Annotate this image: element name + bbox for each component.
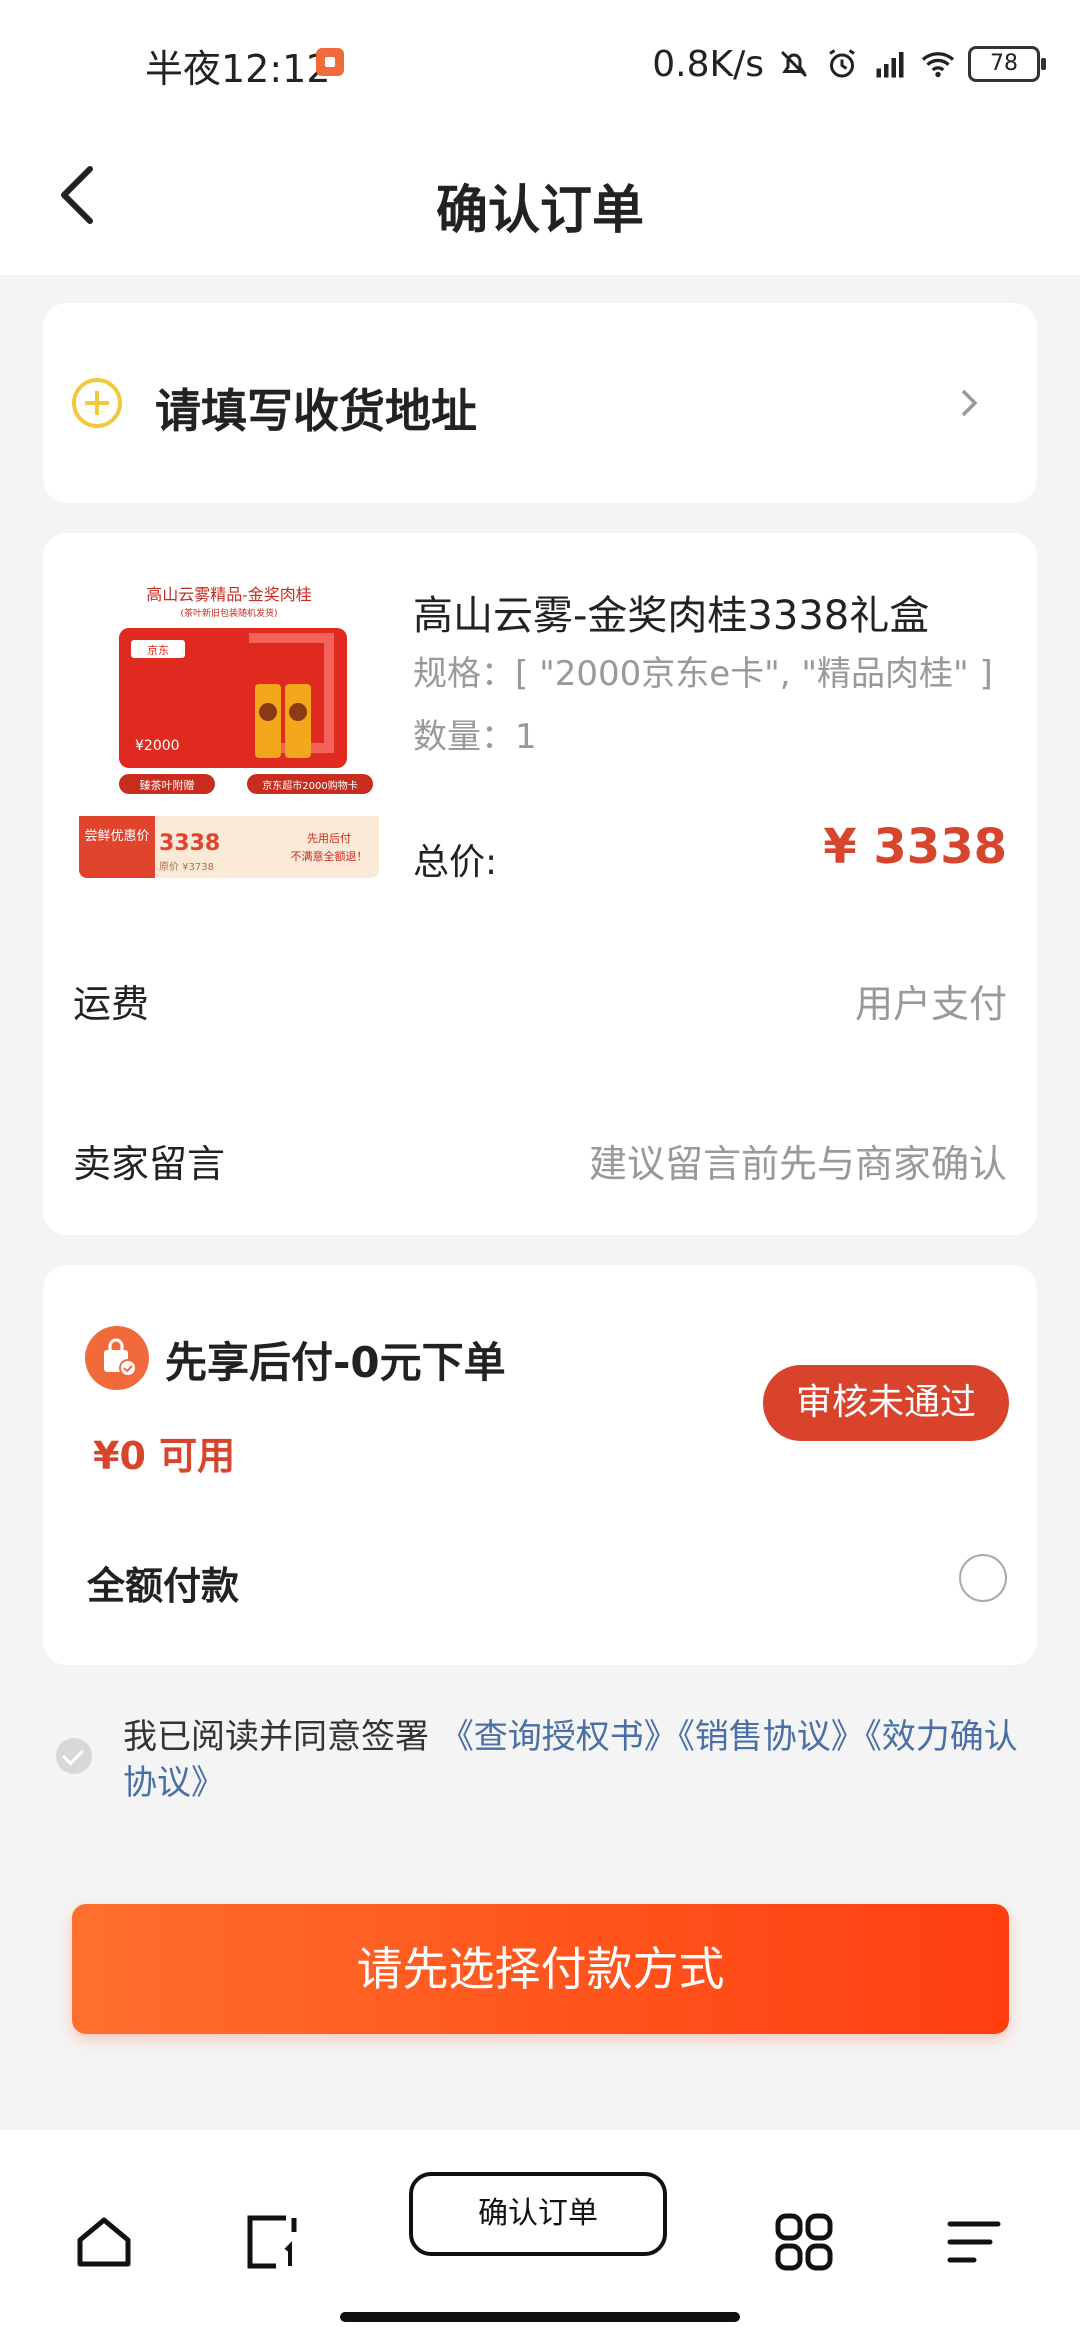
image-headline: 高山云雾精品-金奖肉桂 xyxy=(146,585,311,604)
seller-message-label: 卖家留言 xyxy=(73,1142,226,1186)
plus-circle-icon xyxy=(72,378,122,428)
status-time: 半夜12:12 xyxy=(145,47,331,91)
image-promo-right-1: 先用后付 xyxy=(307,832,351,845)
shipping-label: 运费 xyxy=(73,982,150,1026)
menu-icon[interactable] xyxy=(942,2210,1006,2274)
battery-icon: 78 xyxy=(968,46,1046,82)
recording-icon xyxy=(316,48,344,76)
sales-agreement-link[interactable]: 《销售协议》 xyxy=(678,1717,865,1757)
status-indicators: 0.8K/s 78 xyxy=(652,36,1046,92)
chevron-right-icon xyxy=(961,389,978,417)
image-card-value: ¥2000 xyxy=(135,738,180,754)
product-spec: 规格：[ "2000京东e卡", "精品肉桂" ] xyxy=(413,654,993,694)
product-title: 高山云雾-金奖肉桂3338礼盒 xyxy=(413,593,930,639)
image-promo-label: 尝鲜优惠价 xyxy=(84,829,149,844)
image-brand: 京东 xyxy=(147,643,169,657)
home-indicator[interactable] xyxy=(340,2312,740,2322)
product-image-art: 高山云雾精品-金奖肉桂 (茶叶新旧包装随机发货) 京东 ¥2000 臻茶叶附赠 … xyxy=(79,578,379,878)
total-price-value: ¥ 3338 xyxy=(823,819,1007,875)
top-nav-bar: 确认订单 xyxy=(0,130,1080,275)
agreement-text: 我已阅读并同意签署 《查询授权书》《销售协议》《效力确认协议》 xyxy=(123,1714,1038,1806)
image-promo-right-2: 不满意全额退！ xyxy=(291,849,368,863)
total-price-label: 总价: xyxy=(413,842,498,883)
pay-later-option-title: 先享后付-0元下单 xyxy=(165,1338,506,1387)
grid-icon[interactable] xyxy=(772,2210,836,2274)
full-payment-radio[interactable] xyxy=(959,1554,1007,1602)
tab-icon[interactable] xyxy=(240,2210,304,2274)
full-payment-label: 全额付款 xyxy=(87,1564,240,1608)
review-status-badge: 审核未通过 xyxy=(763,1365,1009,1441)
bell-muted-icon xyxy=(780,50,808,78)
current-page-pill[interactable]: 确认订单 xyxy=(409,2172,667,2256)
image-subline: (茶叶新旧包装随机发货) xyxy=(180,607,277,619)
alarm-icon xyxy=(829,49,855,78)
image-promo-price: 3338 xyxy=(159,831,220,856)
payment-card: 先享后付-0元下单 ¥0 可用 审核未通过 全额付款 xyxy=(43,1265,1037,1665)
network-speed: 0.8K/s xyxy=(652,43,764,85)
image-original-price: 原价 ¥3738 xyxy=(159,861,214,873)
page-title: 确认订单 xyxy=(435,181,644,241)
address-prompt: 请填写收货地址 xyxy=(155,384,477,438)
shipping-value: 用户支付 xyxy=(854,982,1007,1026)
wifi-icon xyxy=(921,52,955,78)
shopping-bag-icon xyxy=(85,1326,149,1390)
product-quantity: 数量：1 xyxy=(413,717,537,757)
bottom-nav-bar: 确认订单 xyxy=(0,2130,1080,2340)
select-payment-button[interactable]: 请先选择付款方式 xyxy=(72,1904,1009,2034)
home-icon[interactable] xyxy=(72,2210,136,2274)
product-card: 高山云雾精品-金奖肉桂 (茶叶新旧包装随机发货) 京东 ¥2000 臻茶叶附赠 … xyxy=(43,533,1037,1235)
image-tag-right: 京东超市2000购物卡 xyxy=(262,779,357,792)
agreement-checkbox[interactable] xyxy=(56,1738,92,1774)
status-bar: 半夜12:12 0.8K/s 78 xyxy=(0,0,1080,130)
seller-message-input[interactable]: 建议留言前先与商家确认 xyxy=(589,1133,1007,1188)
agreement-prefix: 我已阅读并同意签署 xyxy=(123,1717,440,1757)
signal-icon xyxy=(876,52,904,78)
product-image[interactable]: 高山云雾精品-金奖肉桂 (茶叶新旧包装随机发货) 京东 ¥2000 臻茶叶附赠 … xyxy=(79,578,379,878)
query-authorization-link[interactable]: 《查询授权书》 xyxy=(440,1717,678,1757)
address-card[interactable]: 请填写收货地址 xyxy=(43,303,1037,503)
pay-later-available: ¥0 可用 xyxy=(93,1434,236,1478)
image-tag-left: 臻茶叶附赠 xyxy=(140,778,195,792)
